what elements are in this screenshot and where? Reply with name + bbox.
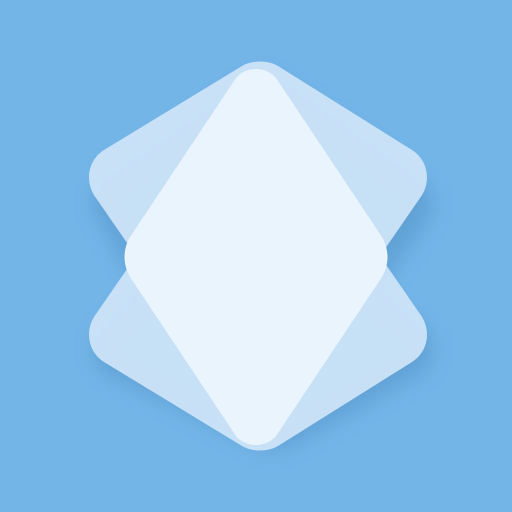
layered-diamond-logo-icon bbox=[0, 0, 512, 512]
app-icon-canvas bbox=[0, 0, 512, 512]
